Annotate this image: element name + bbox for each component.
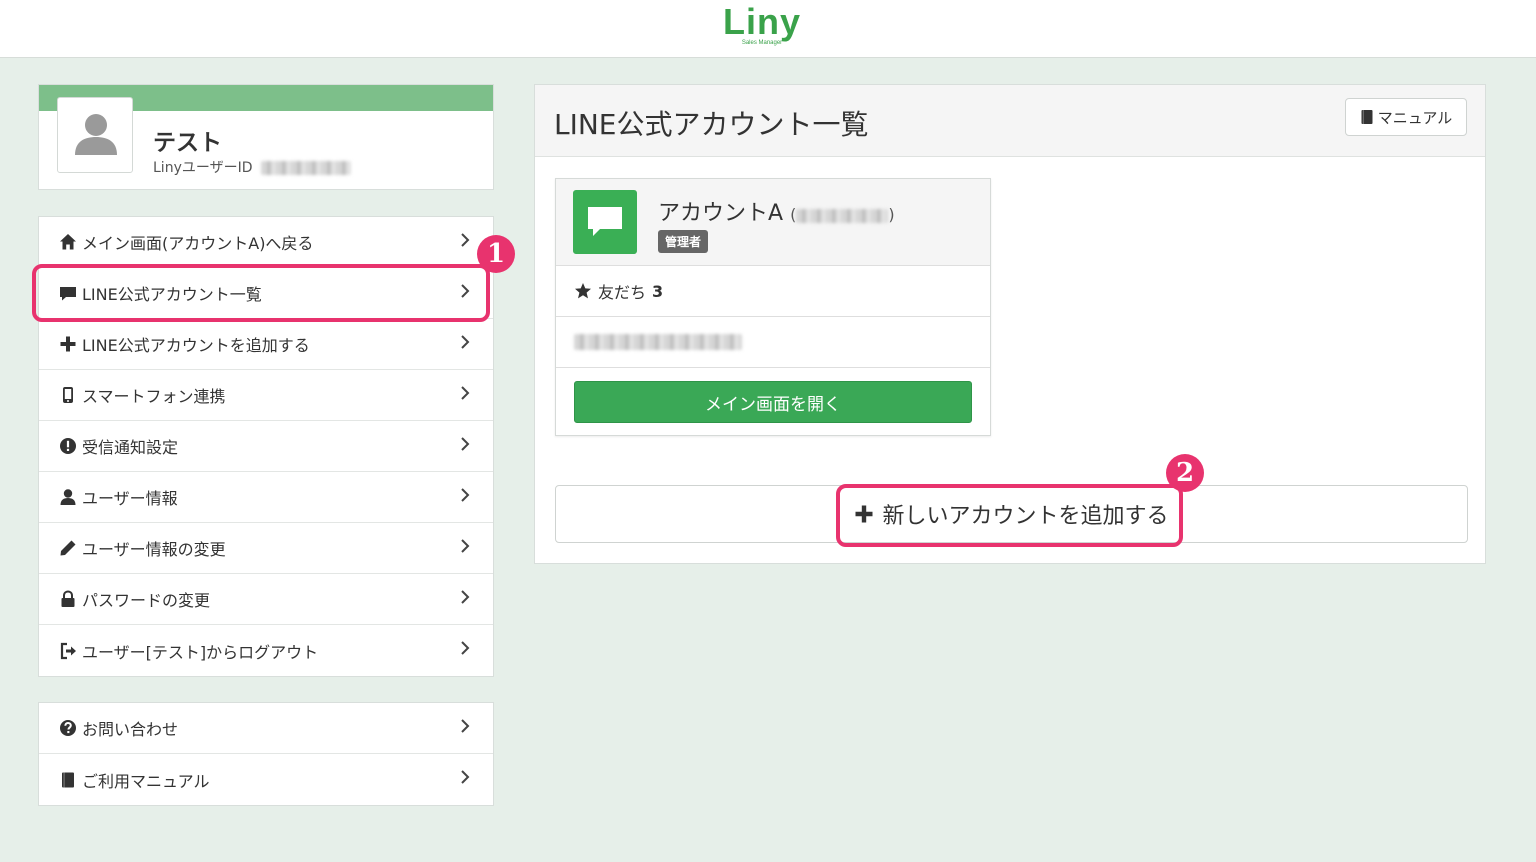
chevron-right-icon bbox=[461, 590, 470, 604]
menu-item-back-to-main[interactable]: メイン画面(アカウントA)へ戻る bbox=[39, 217, 493, 268]
menu-item-user-info[interactable]: ユーザー情報 bbox=[39, 472, 493, 523]
profile-user-id: LinyユーザーID bbox=[153, 157, 351, 177]
chevron-right-icon bbox=[461, 719, 470, 733]
account-name: アカウントA () bbox=[658, 195, 895, 227]
menu-item-label: ユーザー情報の変更 bbox=[82, 540, 226, 559]
line-account-icon bbox=[573, 190, 637, 254]
menu-item-notification-settings[interactable]: 受信通知設定 bbox=[39, 421, 493, 472]
book-icon bbox=[1360, 109, 1374, 125]
friends-row: 友だち 3 bbox=[556, 266, 990, 317]
menu-item-edit-user-info[interactable]: ユーザー情報の変更 bbox=[39, 523, 493, 574]
chevron-right-icon bbox=[461, 641, 470, 655]
chevron-right-icon bbox=[461, 770, 470, 784]
friends-label: 友だち bbox=[598, 283, 647, 302]
manual-button-label: マニュアル bbox=[1377, 108, 1453, 127]
profile-name: テスト bbox=[153, 130, 222, 156]
smartphone-icon bbox=[59, 386, 77, 404]
support-menu: お問い合わせ ご利用マニュアル bbox=[38, 702, 494, 806]
plus-icon bbox=[59, 335, 77, 353]
chevron-right-icon bbox=[461, 437, 470, 451]
menu-item-smartphone-link[interactable]: スマートフォン連携 bbox=[39, 370, 493, 421]
menu-item-label: お問い合わせ bbox=[82, 720, 179, 739]
account-card-header: アカウントA () 管理者 bbox=[556, 179, 990, 266]
menu-item-contact[interactable]: お問い合わせ bbox=[39, 703, 493, 754]
menu-item-label: ご利用マニュアル bbox=[82, 771, 210, 791]
user-silhouette-icon bbox=[75, 114, 117, 155]
chevron-right-icon bbox=[461, 386, 470, 400]
chevron-right-icon bbox=[461, 488, 470, 502]
pencil-icon bbox=[59, 539, 77, 557]
step-badge-2: 2 bbox=[1166, 454, 1204, 492]
chevron-right-icon bbox=[461, 335, 470, 349]
redacted-user-id bbox=[260, 161, 351, 175]
menu-item-label: ユーザー[テスト]からログアウト bbox=[82, 642, 319, 662]
highlight-account-list bbox=[32, 264, 490, 322]
highlight-add-account bbox=[836, 484, 1183, 547]
account-name-text: アカウントA bbox=[658, 201, 784, 226]
liny-logo[interactable]: Liny Sales Manager bbox=[722, 2, 802, 52]
friends-count: 3 bbox=[652, 281, 664, 301]
home-icon bbox=[59, 233, 77, 251]
chevron-right-icon bbox=[461, 539, 470, 553]
menu-item-logout[interactable]: ユーザー[テスト]からログアウト bbox=[39, 625, 493, 676]
menu-item-label: スマートフォン連携 bbox=[82, 387, 226, 406]
menu-item-label: LINE公式アカウントを追加する bbox=[82, 336, 310, 355]
user-id-label: LinyユーザーID bbox=[153, 160, 253, 176]
star-icon bbox=[574, 282, 592, 300]
profile-card: テスト LinyユーザーID bbox=[38, 84, 494, 190]
avatar bbox=[57, 97, 133, 173]
menu-item-user-manual[interactable]: ご利用マニュアル bbox=[39, 754, 493, 805]
logo-text: Liny bbox=[722, 1, 801, 42]
open-main-screen-button[interactable]: メイン画面を開く bbox=[574, 381, 972, 423]
page-title: LINE公式アカウント一覧 bbox=[554, 108, 869, 141]
account-card: アカウントA () 管理者 友だち 3 メイン画面を開く bbox=[555, 178, 991, 436]
redacted-account-id bbox=[796, 208, 889, 223]
menu-item-label: メイン画面(アカウントA)へ戻る bbox=[82, 234, 314, 253]
step-badge-1: 1 bbox=[477, 235, 515, 273]
menu-item-label: 受信通知設定 bbox=[82, 438, 179, 457]
book-icon bbox=[59, 771, 77, 789]
menu-item-label: ユーザー情報 bbox=[82, 489, 178, 508]
chevron-right-icon bbox=[461, 233, 470, 247]
user-icon bbox=[59, 488, 77, 506]
exclamation-circle-icon bbox=[59, 437, 77, 455]
panel-header: LINE公式アカウント一覧 マニュアル bbox=[535, 85, 1485, 157]
lock-icon bbox=[59, 590, 77, 608]
account-id-paren: () bbox=[790, 205, 895, 224]
menu-item-label: パスワードの変更 bbox=[82, 591, 211, 610]
menu-item-change-password[interactable]: パスワードの変更 bbox=[39, 574, 493, 625]
manual-button[interactable]: マニュアル bbox=[1345, 98, 1467, 136]
question-circle-icon bbox=[59, 719, 77, 737]
role-badge: 管理者 bbox=[658, 230, 709, 253]
top-bar: Liny Sales Manager bbox=[0, 0, 1536, 58]
menu-item-add-account[interactable]: LINE公式アカウントを追加する bbox=[39, 319, 493, 370]
redacted-info bbox=[574, 334, 742, 350]
logout-icon bbox=[59, 642, 77, 660]
redacted-info-row bbox=[556, 317, 990, 368]
